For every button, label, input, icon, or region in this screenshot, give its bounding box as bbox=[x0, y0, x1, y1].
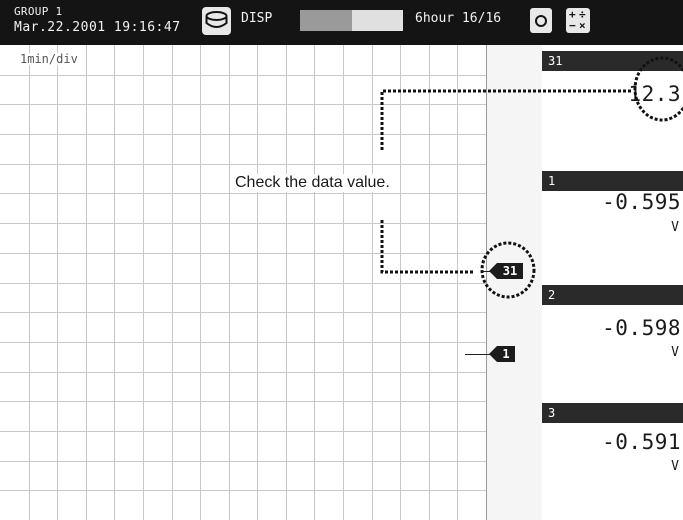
display-mode-label: DISP bbox=[241, 11, 273, 26]
trend-display: 1min/div bbox=[0, 45, 486, 520]
channel-2-header: 2 bbox=[542, 285, 683, 305]
group-name: GROUP 1 bbox=[14, 5, 63, 18]
trend-grid bbox=[0, 45, 486, 520]
channel-31-value: 12.3 bbox=[628, 82, 681, 106]
channel-31-header: 31 bbox=[542, 51, 683, 71]
snapshot-icon[interactable] bbox=[530, 8, 552, 33]
channel-3-header: 3 bbox=[542, 403, 683, 423]
time-scale-label: 1min/div bbox=[18, 52, 80, 66]
channel-3-unit: V bbox=[671, 459, 679, 474]
digital-value-panel: 31 12.3 1 -0.595 V 2 -0.598 V 3 -0.591 V bbox=[542, 45, 683, 520]
memory-usage-bar bbox=[300, 10, 403, 31]
math-computation-icon[interactable]: + ÷ − × bbox=[566, 8, 590, 33]
date-time: Mar.22.2001 19:16:47 bbox=[14, 20, 181, 35]
channel-2-value: -0.598 bbox=[602, 316, 681, 340]
status-bar: GROUP 1 Mar.22.2001 19:16:47 DISP 6hour … bbox=[0, 0, 683, 45]
memory-usage-fill bbox=[300, 10, 352, 31]
channel-3-value: -0.591 bbox=[602, 430, 681, 454]
annotation-text: Check the data value. bbox=[231, 174, 394, 192]
channel-marker-31: 31 bbox=[489, 263, 523, 279]
display-interval: 6hour 16/16 bbox=[415, 11, 502, 26]
channel-marker-1: 1 bbox=[489, 346, 515, 362]
channel-1-header: 1 bbox=[542, 171, 683, 191]
channel-2-unit: V bbox=[671, 345, 679, 360]
channel-marker-strip: 31 1 bbox=[465, 45, 543, 520]
storage-drive-icon[interactable] bbox=[202, 7, 231, 35]
channel-1-value: -0.595 bbox=[602, 190, 681, 214]
channel-1-unit: V bbox=[671, 220, 679, 235]
